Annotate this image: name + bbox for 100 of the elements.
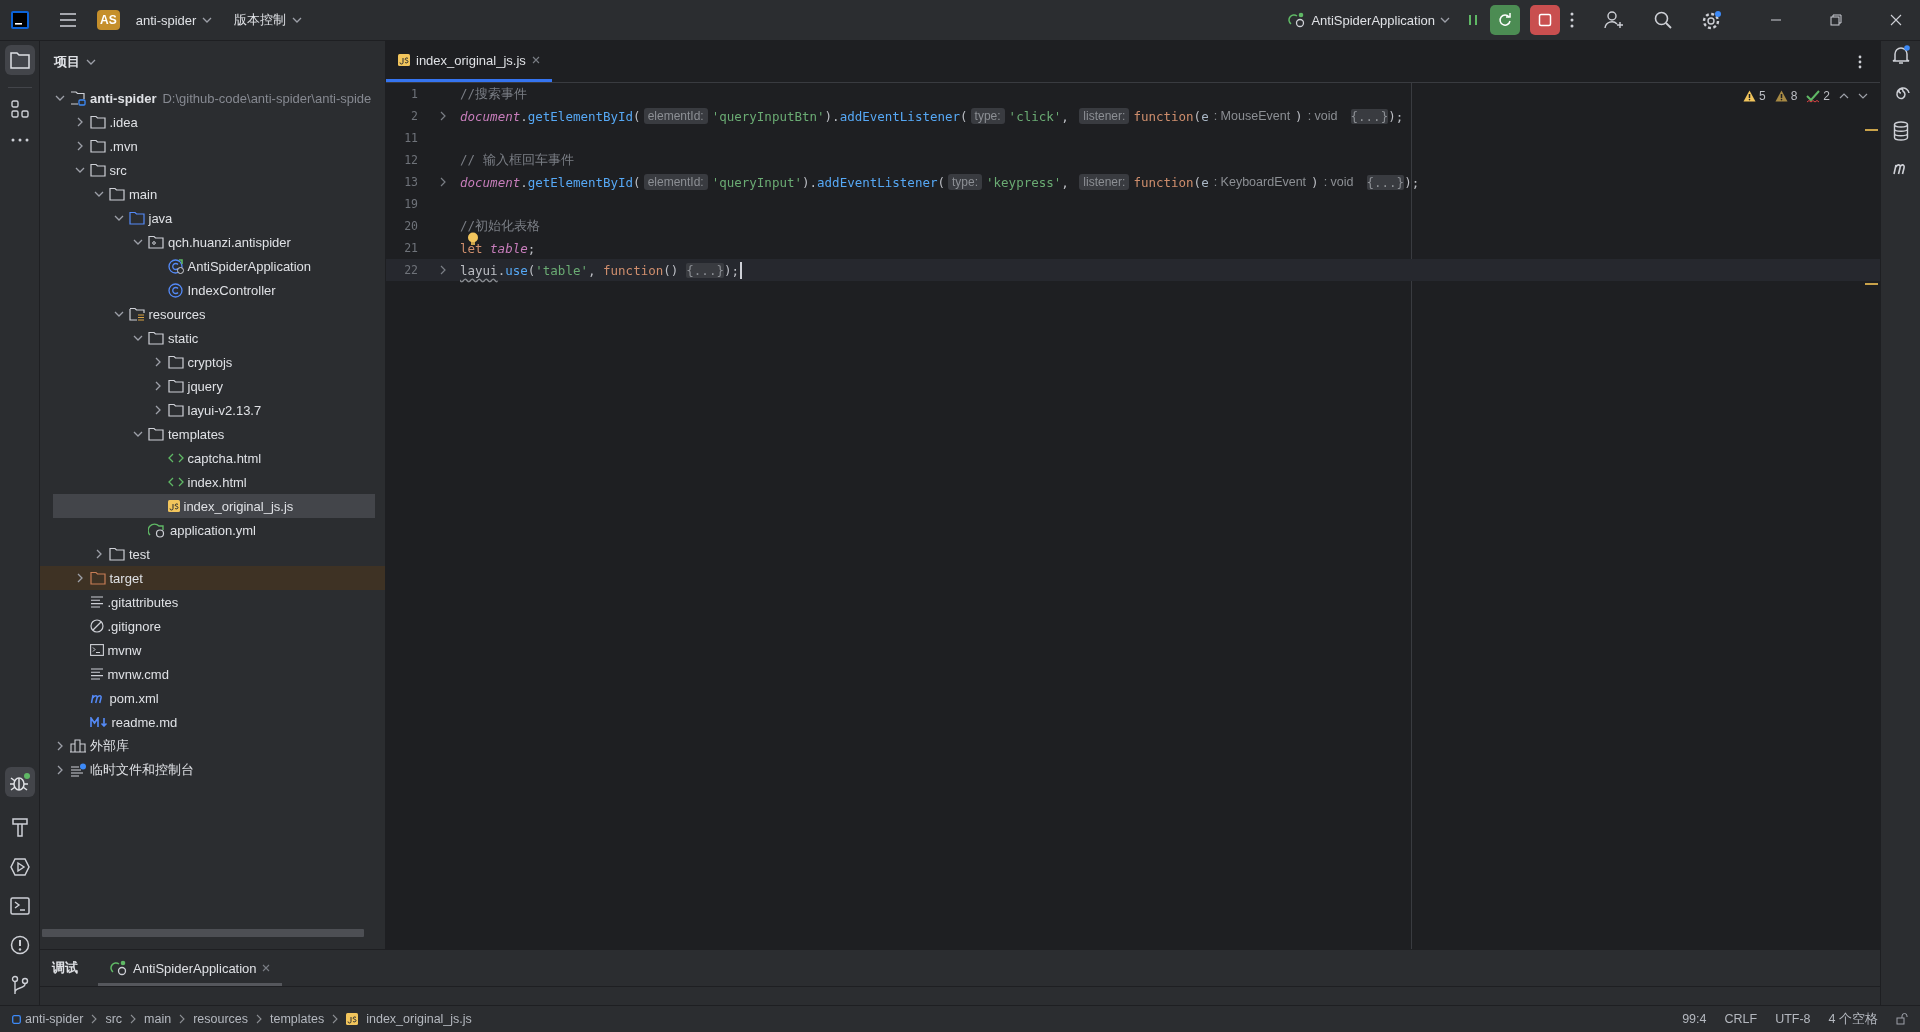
chevron-down-icon[interactable] xyxy=(1858,93,1868,99)
stop-button[interactable] xyxy=(1530,5,1560,35)
tree-item[interactable]: anti-spider D:\github-code\anti-spider\anti-spide xyxy=(40,86,385,110)
chevron-down-icon[interactable] xyxy=(113,213,124,223)
chevron-down-icon[interactable] xyxy=(113,309,124,319)
menu-icon[interactable] xyxy=(59,13,77,27)
tree-item[interactable]: 临时文件和控制台 xyxy=(40,758,385,782)
terminal-icon[interactable] xyxy=(9,897,30,915)
inspection-counter[interactable]: 5 xyxy=(1742,89,1766,103)
run-config-selector[interactable]: AntiSpiderApplication xyxy=(1282,8,1456,32)
folder-icon xyxy=(167,379,184,393)
warning-marker[interactable] xyxy=(1865,283,1878,285)
tree-item[interactable]: captcha.html xyxy=(40,446,385,470)
more-icon[interactable] xyxy=(10,138,29,142)
chevron-down-icon[interactable] xyxy=(74,165,85,175)
warning-marker[interactable] xyxy=(1865,129,1878,131)
tree-item[interactable]: test xyxy=(40,542,385,566)
rerun-button[interactable] xyxy=(1490,5,1520,35)
inspection-counter[interactable]: 2 xyxy=(1806,89,1830,103)
chevron-down-icon[interactable] xyxy=(133,429,143,439)
services-icon[interactable] xyxy=(9,857,30,877)
chevron-down-icon[interactable] xyxy=(133,333,143,343)
more-icon[interactable] xyxy=(1858,55,1862,69)
tree-item[interactable]: index.html xyxy=(40,470,385,494)
hammer-icon[interactable] xyxy=(10,817,29,837)
item-label: main xyxy=(129,186,158,202)
chevron-right-icon[interactable] xyxy=(94,549,104,559)
tree-item[interactable]: .idea xyxy=(40,110,385,134)
project-tool-button[interactable] xyxy=(4,45,35,75)
inspection-counter[interactable]: 8 xyxy=(1774,89,1798,103)
rerun-icon xyxy=(1497,12,1513,28)
tree-item[interactable]: .gitignore xyxy=(40,614,385,638)
more-icon[interactable] xyxy=(1570,12,1574,28)
item-label: qch.huanzi.antispider xyxy=(168,234,291,250)
tree-item[interactable]: cryptojs xyxy=(40,350,385,374)
structure-icon[interactable] xyxy=(10,100,29,118)
item-label: .mvn xyxy=(109,138,138,154)
tree-item[interactable]: pom.xml xyxy=(40,686,385,710)
breadcrumb[interactable]: resources xyxy=(193,1012,249,1026)
pause-icon[interactable] xyxy=(1466,13,1480,27)
tree-item[interactable]: .mvn xyxy=(40,134,385,158)
database-icon[interactable] xyxy=(1892,121,1909,141)
status-item[interactable]: CRLF xyxy=(1724,1012,1758,1026)
tree-item[interactable]: java xyxy=(40,206,385,230)
text-file-icon xyxy=(89,668,104,680)
editor-tab[interactable]: index_original_js.js xyxy=(386,41,552,82)
add-user-icon[interactable] xyxy=(1604,11,1624,29)
tree-item[interactable]: mvnw xyxy=(40,638,385,662)
chevron-down-icon[interactable] xyxy=(94,189,104,199)
chevron-right-icon[interactable] xyxy=(55,741,65,751)
code-line: //搜索事件 xyxy=(460,85,528,103)
restore-icon[interactable] xyxy=(1830,14,1842,26)
tree-item[interactable]: application.yml xyxy=(40,518,385,542)
breadcrumb[interactable]: main xyxy=(144,1012,172,1026)
fold-chevron-icon[interactable] xyxy=(439,177,447,187)
app-logo-icon[interactable] xyxy=(11,11,29,29)
tree-item[interactable]: layui-v2.13.7 xyxy=(40,398,385,422)
problems-icon[interactable] xyxy=(9,935,30,955)
breadcrumb[interactable]: templates xyxy=(270,1012,325,1026)
lock-icon[interactable] xyxy=(1896,1013,1908,1025)
breadcrumb[interactable]: index_original_js.js xyxy=(346,1012,472,1026)
tree-item[interactable]: 外部库 xyxy=(40,734,385,758)
close-icon[interactable] xyxy=(531,56,540,64)
status-item[interactable]: 4 个空格 xyxy=(1828,1010,1878,1028)
status-item[interactable]: UTF-8 xyxy=(1775,1012,1811,1026)
scrollbar-thumb[interactable] xyxy=(42,929,364,937)
tree-item[interactable]: IndexController xyxy=(40,278,385,302)
chevron-down-icon[interactable] xyxy=(55,93,65,103)
chevron-down-icon xyxy=(86,59,96,65)
line-number: 20 xyxy=(403,219,418,233)
fold-chevron-icon[interactable] xyxy=(439,265,447,275)
tree-item[interactable]: mvnw.cmd xyxy=(40,662,385,686)
settings-icon[interactable] xyxy=(1702,10,1722,30)
vcs-menu[interactable]: 版本控制 xyxy=(228,7,309,33)
fold-chevron-icon[interactable] xyxy=(439,111,447,121)
chevron-right-icon[interactable] xyxy=(55,765,65,775)
tree-item[interactable]: jquery xyxy=(40,374,385,398)
tree-item[interactable]: .gitattributes xyxy=(40,590,385,614)
project-switcher[interactable]: anti-spider xyxy=(129,8,219,32)
breadcrumb[interactable]: anti-spider xyxy=(12,1012,84,1026)
tree-item[interactable]: AntiSpiderApplication xyxy=(40,254,385,278)
status-item[interactable]: 99:4 xyxy=(1682,1012,1707,1026)
run-tab[interactable]: AntiSpiderApplication xyxy=(98,950,282,986)
tree-item[interactable]: qch.huanzi.antispider xyxy=(40,230,385,254)
chevron-down-icon[interactable] xyxy=(133,237,143,247)
notifications-icon[interactable] xyxy=(1890,45,1911,65)
tree-item[interactable]: target xyxy=(40,566,385,590)
tree-item[interactable]: main xyxy=(40,182,385,206)
tree-item[interactable]: resources xyxy=(40,302,385,326)
tree-item[interactable]: static xyxy=(40,326,385,350)
item-label: resources xyxy=(148,306,206,322)
tree-item[interactable]: readme.md xyxy=(40,710,385,734)
tree-item[interactable]: templates xyxy=(40,422,385,446)
git-branch-icon[interactable] xyxy=(10,975,29,995)
search-icon[interactable] xyxy=(1654,11,1672,29)
breadcrumb[interactable]: src xyxy=(105,1012,123,1026)
project-view-selector[interactable]: 项目 xyxy=(52,51,98,73)
chevron-up-icon[interactable] xyxy=(1839,93,1849,99)
tree-item[interactable]: src xyxy=(40,158,385,182)
debug-tool-button[interactable] xyxy=(4,767,35,797)
